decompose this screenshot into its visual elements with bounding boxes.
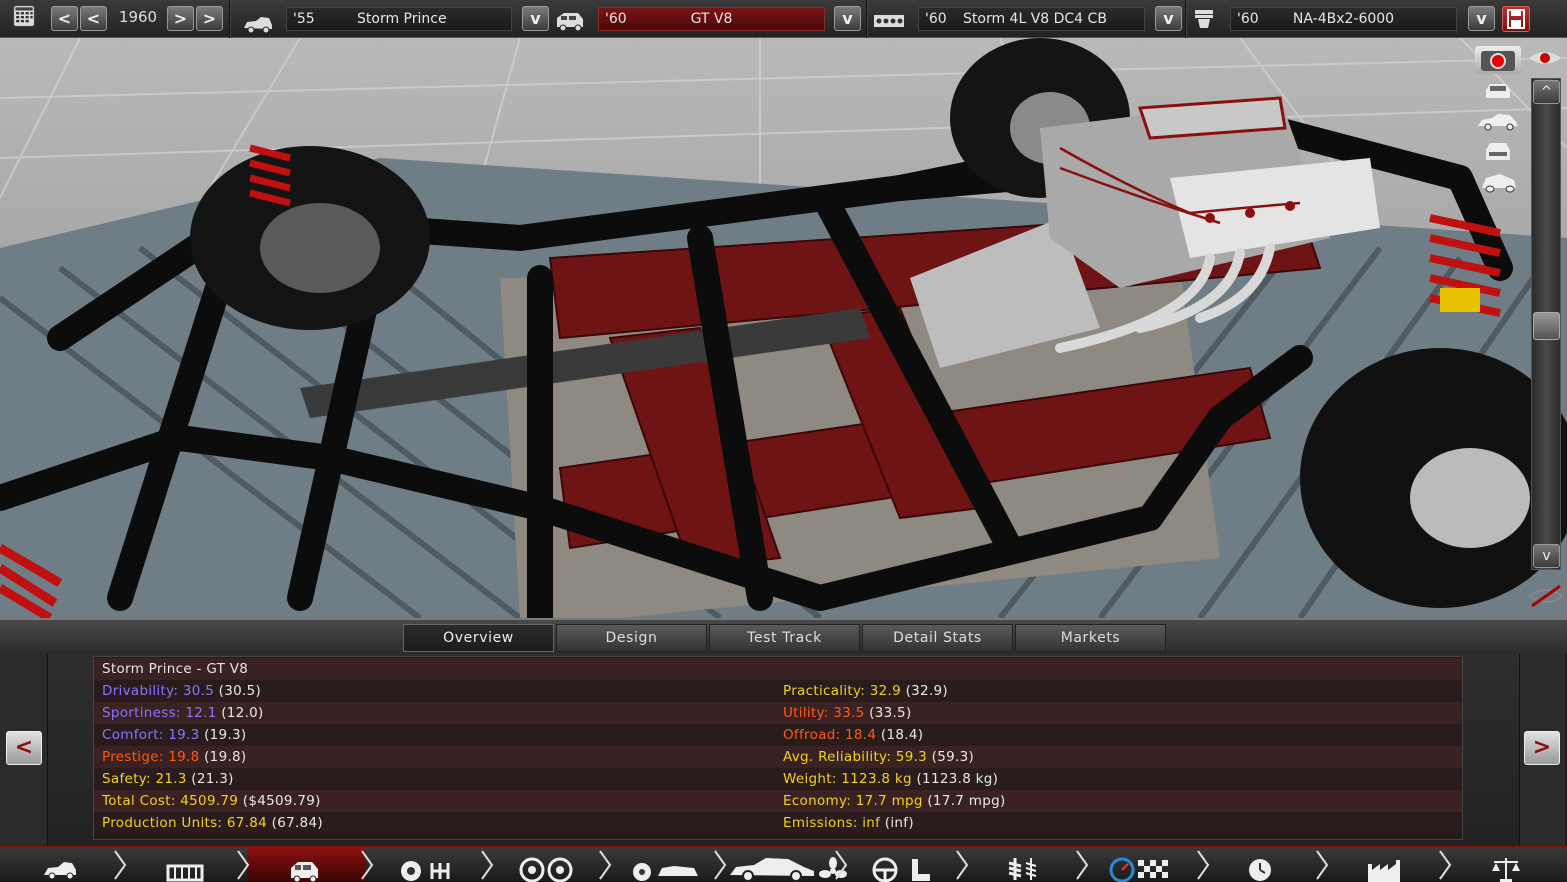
view-side-icon[interactable]	[1476, 112, 1520, 132]
engine-name: Storm 4L V8 DC4 CB	[963, 11, 1107, 27]
tab-markets[interactable]: Markets	[1015, 624, 1166, 652]
chevron-right-icon	[599, 850, 612, 880]
interior-icon[interactable]	[870, 853, 936, 882]
chevron-right-icon	[1197, 850, 1210, 880]
piston-icon	[1195, 10, 1213, 28]
model-select[interactable]: '55 Storm Prince	[286, 7, 512, 31]
engine-block-icon	[874, 15, 904, 27]
markets-scale-icon[interactable]	[1490, 852, 1522, 882]
stats-row: Production Units: 67.84 (67.84) Emission…	[94, 812, 1462, 834]
chevron-right-icon	[1439, 850, 1452, 880]
view-front-icon[interactable]	[1480, 80, 1516, 102]
chevron-right-icon	[361, 850, 374, 880]
model-dropdown-button[interactable]: v	[522, 6, 549, 31]
zoom-scroll-thumb[interactable]	[1533, 312, 1560, 340]
zoom-scroll-up-button[interactable]: ^	[1533, 80, 1560, 104]
stats-row: Comfort: 19.3 (19.3) Offroad: 18.4 (18.4…	[94, 724, 1462, 746]
zoom-scroll-down-button[interactable]: v	[1533, 544, 1560, 568]
stats-row: Drivability: 30.5 (30.5) Practicality: 3…	[94, 680, 1462, 702]
wheels-icon[interactable]	[518, 853, 574, 882]
chassis-icon[interactable]	[166, 856, 204, 882]
stat-total-cost: Total Cost: 4509.79 ($4509.79)	[102, 793, 321, 809]
stats-row: Storm Prince - GT V8	[94, 658, 1462, 680]
chevron-right-icon	[714, 850, 727, 880]
stats-row: Total Cost: 4509.79 ($4509.79) Economy: …	[94, 790, 1462, 812]
stat-economy: Economy: 17.7 mpg (17.7 mpg)	[783, 793, 1006, 809]
overview-stats-table: Storm Prince - GT V8 Drivability: 30.5 (…	[93, 656, 1463, 840]
camera-record-icon	[1481, 51, 1515, 71]
year-forward-fast-button[interactable]: >	[196, 6, 223, 31]
chevron-right-icon	[835, 850, 848, 880]
chevron-right-icon	[114, 850, 127, 880]
stat-emissions: Emissions: inf (inf)	[783, 815, 914, 831]
tab-overview[interactable]: Overview	[403, 624, 554, 652]
view-rear-icon[interactable]	[1480, 140, 1516, 164]
chevron-right-icon	[237, 850, 250, 880]
chevron-right-icon	[956, 850, 969, 880]
view-angled-icon[interactable]	[1478, 170, 1520, 196]
save-button[interactable]	[1502, 6, 1530, 32]
stat-sportiness: Sportiness: 12.1 (12.0)	[102, 705, 264, 721]
trim-dropdown-button[interactable]: v	[834, 6, 861, 31]
year-back-fast-button[interactable]: <	[51, 6, 78, 31]
engine-variant-name: NA-4Bx2-6000	[1292, 11, 1395, 27]
car-title: Storm Prince - GT V8	[102, 661, 249, 677]
body-design-icon[interactable]	[630, 855, 702, 882]
camera-button[interactable]	[1475, 46, 1521, 74]
car-model-icon	[244, 17, 272, 34]
engine-dropdown-button[interactable]: v	[1155, 6, 1182, 31]
engine-year: '60	[925, 11, 947, 27]
suspension-icon[interactable]	[1005, 852, 1041, 882]
hide-view-icon[interactable]	[1528, 582, 1564, 610]
trim-select[interactable]: '60 GT V8	[598, 7, 825, 31]
timer-icon[interactable]	[1245, 852, 1275, 882]
stat-safety: Safety: 21.3 (21.3)	[102, 771, 234, 787]
stat-production-units: Production Units: 67.84 (67.84)	[102, 815, 323, 831]
previous-car-button[interactable]: <	[6, 731, 42, 765]
stats-row: Safety: 21.3 (21.3) Weight: 1123.8 kg (1…	[94, 768, 1462, 790]
tab-design[interactable]: Design	[556, 624, 707, 652]
engine-variant-select[interactable]: '60 NA-4Bx2-6000	[1230, 7, 1457, 31]
stat-practicality: Practicality: 32.9 (32.9)	[783, 683, 948, 699]
car-trim-icon	[557, 13, 583, 32]
model-name: Storm Prince	[357, 11, 447, 27]
eye-visibility-icon[interactable]	[1527, 46, 1563, 70]
stat-prestige: Prestige: 19.8 (19.8)	[102, 749, 247, 765]
year-forward-button[interactable]: >	[167, 6, 194, 31]
stat-comfort: Comfort: 19.3 (19.3)	[102, 727, 247, 743]
engine-select[interactable]: '60 Storm 4L V8 DC4 CB	[918, 7, 1145, 31]
next-car-button[interactable]: >	[1524, 731, 1560, 765]
engine-variant-dropdown-button[interactable]: v	[1468, 6, 1495, 31]
chevron-right-icon	[481, 850, 494, 880]
stat-offroad: Offroad: 18.4 (18.4)	[783, 727, 924, 743]
engine-gearbox-icon[interactable]	[398, 854, 458, 882]
test-track-icon[interactable]	[1108, 853, 1172, 882]
car-body-icon[interactable]	[728, 852, 816, 882]
stat-drivability: Drivability: 30.5 (30.5)	[102, 683, 262, 699]
top-toolbar: < < 1960 > > '55 Storm Prince v '60 GT V…	[0, 0, 1567, 38]
trim-name: GT V8	[690, 11, 733, 27]
car-model-icon[interactable]	[40, 854, 80, 882]
stats-row: Prestige: 19.8 (19.8) Avg. Reliability: …	[94, 746, 1462, 768]
chevron-right-icon	[1076, 850, 1089, 880]
stat-avg-reliability: Avg. Reliability: 59.3 (59.3)	[783, 749, 975, 765]
tab-test-track[interactable]: Test Track	[709, 624, 860, 652]
tab-detail-stats[interactable]: Detail Stats	[862, 624, 1013, 652]
chevron-right-icon	[1316, 850, 1329, 880]
model-year: '55	[293, 11, 315, 27]
chassis-render	[0, 38, 1567, 618]
car-trim-icon[interactable]	[288, 854, 322, 882]
calendar-icon[interactable]	[10, 5, 38, 27]
year-back-button[interactable]: <	[80, 6, 107, 31]
floppy-disk-icon	[1507, 9, 1525, 29]
stat-weight: Weight: 1123.8 kg (1123.8 kg)	[783, 771, 999, 787]
stats-row: Sportiness: 12.1 (12.0) Utility: 33.5 (3…	[94, 702, 1462, 724]
car-3d-viewport[interactable]: ^ v	[0, 38, 1567, 618]
year-display: 1960	[118, 8, 158, 26]
stat-utility: Utility: 33.5 (33.5)	[783, 705, 912, 721]
factory-icon[interactable]	[1366, 854, 1402, 882]
